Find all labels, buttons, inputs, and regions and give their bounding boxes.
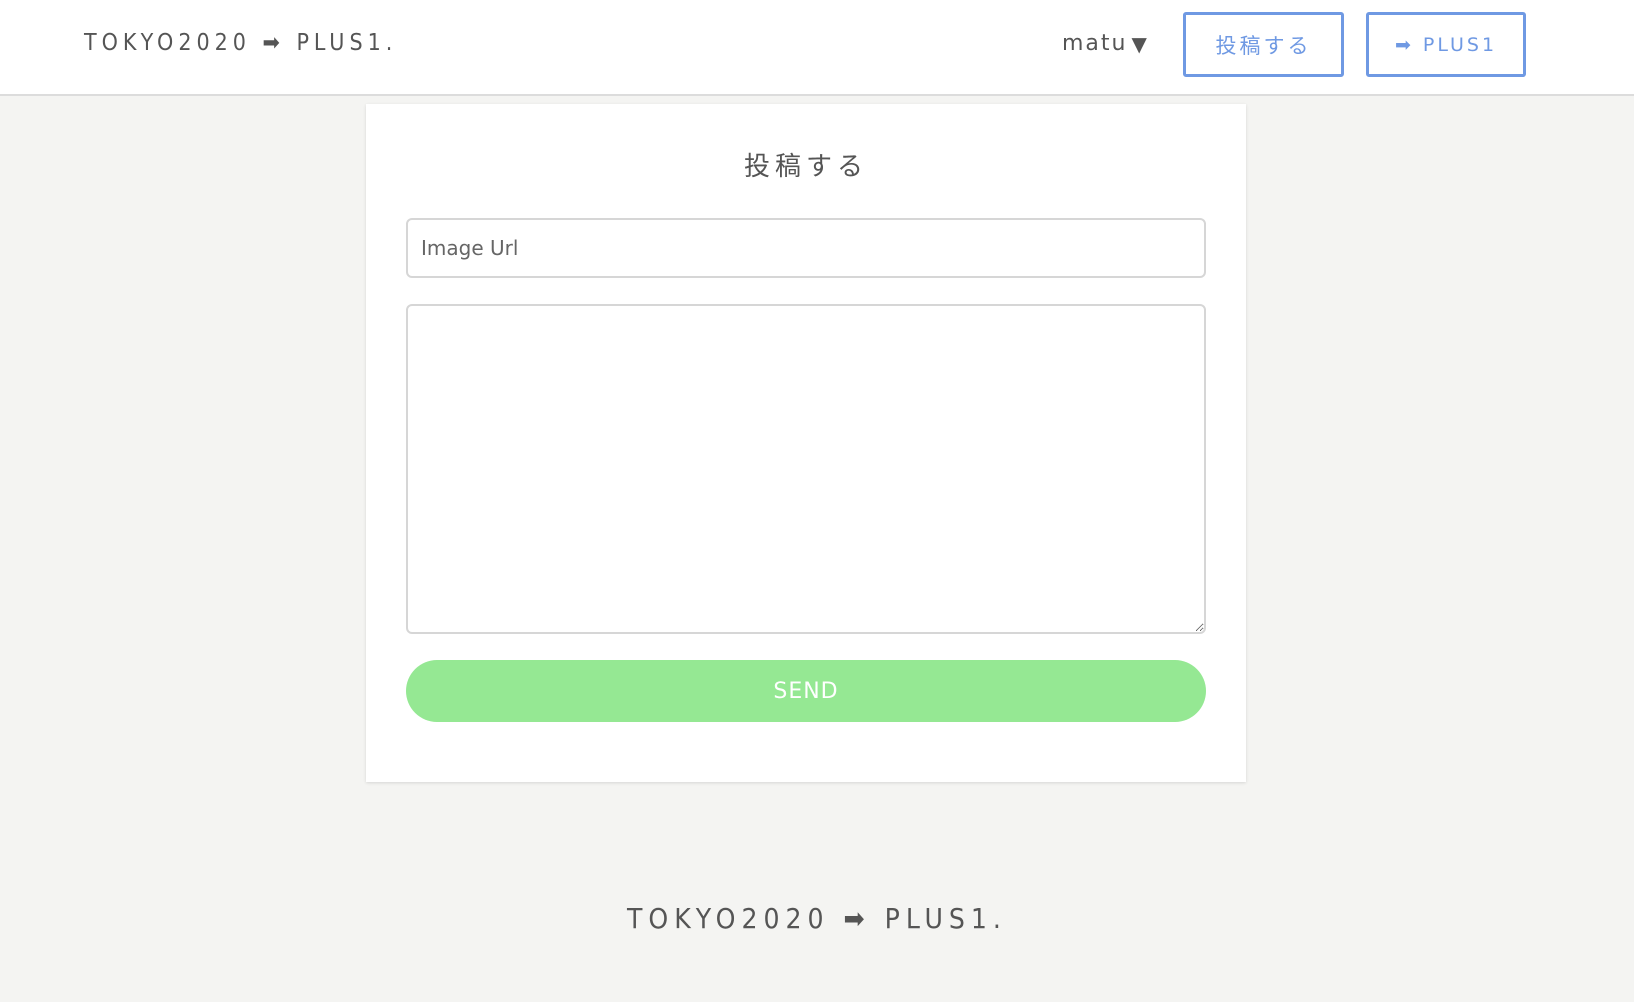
site-logo[interactable]: TOKYO2020 ➡ PLUS1. (84, 30, 397, 56)
new-post-button[interactable]: 投稿する (1183, 12, 1344, 77)
top-nav: TOKYO2020 ➡ PLUS1. matu ▼ 投稿する ➡ PLUS1 (0, 0, 1634, 96)
user-name: matu (1062, 31, 1128, 56)
footer-logo: TOKYO2020 ➡ PLUS1. (627, 902, 1007, 935)
plus1-button[interactable]: ➡ PLUS1 (1366, 12, 1526, 77)
image-url-input[interactable] (406, 218, 1206, 278)
post-form-card: 投稿する SEND (366, 104, 1246, 782)
form-title: 投稿する (743, 152, 868, 182)
post-body-textarea[interactable] (406, 304, 1206, 634)
user-menu[interactable]: matu ▼ (1062, 31, 1149, 56)
send-button[interactable]: SEND (406, 660, 1206, 722)
caret-down-icon: ▼ (1131, 31, 1149, 56)
